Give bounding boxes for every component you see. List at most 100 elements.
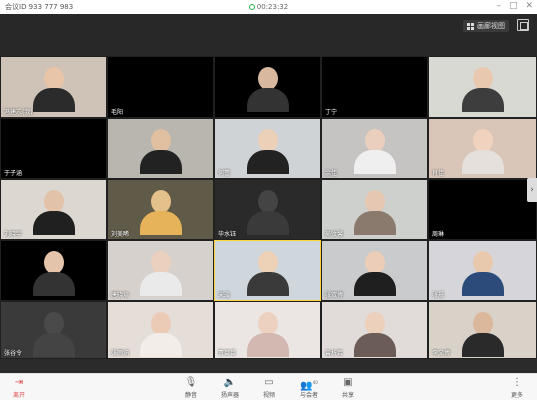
participant-video: [461, 312, 504, 357]
participant-video: [246, 129, 289, 174]
leave-label: 离开: [12, 392, 25, 399]
participant-name: 何蕾: [218, 170, 231, 177]
close-icon[interactable]: ✕: [525, 1, 533, 11]
maximize-icon[interactable]: □: [509, 1, 518, 11]
participant-tile[interactable]: 刘晓宇: [0, 179, 107, 240]
participant-video: [139, 190, 182, 235]
participant-tile[interactable]: 宋璇: [214, 240, 321, 301]
participant-name: 毕水钰: [218, 231, 237, 238]
participant-tile[interactable]: 余佳: [321, 118, 428, 179]
mute-button[interactable]: 🎙 静音: [178, 377, 204, 399]
participants-button[interactable]: 👥40 与会者: [296, 377, 322, 399]
participant-tile[interactable]: 何蕾: [214, 118, 321, 179]
participant-video: [139, 129, 182, 174]
participant-name: 吴汶馨: [325, 231, 344, 238]
participant-name: 余佳: [325, 170, 338, 177]
video-button[interactable]: ▭ 视频: [256, 377, 282, 399]
video-label: 视频: [262, 392, 275, 399]
participant-video: [461, 251, 504, 296]
participants-icon: 👥40: [300, 380, 318, 392]
participant-video: [246, 190, 289, 235]
participant-video: [353, 312, 396, 357]
participant-name: 张雨涵: [111, 350, 130, 357]
leave-button[interactable]: ⇥ 离开: [6, 377, 32, 399]
participant-tile[interactable]: 张双博: [321, 240, 428, 301]
participant-video: [32, 190, 75, 235]
participant-video: [139, 312, 182, 357]
security-icon: [248, 4, 255, 10]
participant-name: 李文博: [432, 350, 451, 357]
participant-name: 于子涵: [4, 170, 23, 177]
participant-video: [461, 129, 504, 174]
view-label: 画廊视图: [477, 22, 505, 30]
participant-tile[interactable]: 吴汶馨: [321, 179, 428, 240]
participant-tile[interactable]: 唐晓培: [107, 240, 214, 301]
timer-text: 00:23:32: [256, 3, 289, 11]
share-label: 共享: [341, 392, 354, 399]
participant-name: 曾析若: [325, 350, 344, 357]
meeting-timer: 00:23:32: [0, 0, 537, 14]
participant-tile[interactable]: 曾析若: [321, 301, 428, 359]
participant-video: [246, 67, 289, 112]
microphone-icon: 🎙: [184, 377, 198, 388]
more-label: 更多: [510, 392, 523, 399]
share-screen-icon: ▣: [343, 377, 353, 388]
participant-name: 张晨: [432, 292, 445, 299]
mute-label: 静音: [184, 392, 197, 399]
participant-tile[interactable]: [428, 56, 537, 118]
camera-icon: ▭: [264, 377, 274, 388]
share-button[interactable]: ▣ 共享: [335, 377, 361, 399]
participant-video: [32, 251, 75, 296]
participant-name: 周琳: [432, 231, 445, 238]
participant-name: 肖佳: [432, 170, 445, 177]
video-stage: 画廊视图 冯建志(我) 毛阳 丁宁于子涵 何蕾 余佳 肖佳刘晓宇 刘美晞 毕水钰 吴汶馨 周琳唐晓…: [0, 14, 537, 373]
participant-tile[interactable]: [214, 56, 321, 118]
participant-name: 刘晓宇: [4, 231, 23, 238]
exit-icon: ⇥: [14, 377, 24, 388]
participant-name: 唐晓培: [111, 292, 130, 299]
participant-name: 冯建志(我): [4, 109, 33, 116]
participant-tile[interactable]: 丁宁: [321, 56, 428, 118]
more-button[interactable]: ⋮ 更多: [504, 377, 530, 399]
speaker-button[interactable]: 🔈 扬声器: [217, 377, 243, 399]
participant-video: [32, 67, 75, 112]
participant-tile[interactable]: 周琳: [428, 179, 537, 240]
participant-name: 曹苗苗: [218, 350, 237, 357]
gallery-view-button[interactable]: 画廊视图: [463, 20, 509, 32]
participant-video: [246, 312, 289, 357]
participant-tile[interactable]: [107, 118, 214, 179]
participant-video: [353, 190, 396, 235]
window-controls: – □ ✕: [496, 1, 533, 11]
participant-tile[interactable]: 曹苗苗: [214, 301, 321, 359]
participant-tile[interactable]: 毕水钰: [214, 179, 321, 240]
participant-tile[interactable]: 刘美晞: [107, 179, 214, 240]
minimize-icon[interactable]: –: [496, 1, 501, 11]
participant-name: 刘美晞: [111, 231, 130, 238]
more-icon: ⋮: [512, 377, 522, 388]
speaker-icon: 🔈: [223, 377, 237, 388]
participant-name: 张双博: [325, 292, 344, 299]
speaker-label: 扬声器: [220, 392, 239, 399]
participant-video: [246, 251, 289, 296]
participant-video: [32, 312, 75, 357]
participant-name: 张谷令: [4, 350, 23, 357]
participant-tile[interactable]: 张晨: [428, 240, 537, 301]
participant-name: 丁宁: [325, 109, 338, 116]
next-page-button[interactable]: ›: [527, 178, 537, 202]
participant-tile[interactable]: 张谷令: [0, 301, 107, 359]
participants-count: 40: [312, 380, 318, 385]
title-bar: 会议ID 933 777 983 00:23:32 – □ ✕: [0, 0, 537, 14]
participant-tile[interactable]: 毛阳: [107, 56, 214, 118]
participant-tile[interactable]: 张雨涵: [107, 301, 214, 359]
participant-video: [139, 251, 182, 296]
meeting-controls: ⇥ 离开 🎙 静音 🔈 扬声器 ▭ 视频 👥40 与会者 ▣ 共享 ⋮ 更多: [0, 373, 537, 400]
participant-tile[interactable]: 肖佳: [428, 118, 537, 179]
participant-tile[interactable]: 于子涵: [0, 118, 107, 179]
participant-tile[interactable]: 冯建志(我): [0, 56, 107, 118]
participant-tile[interactable]: [0, 240, 107, 301]
participant-video: [461, 67, 504, 112]
grid-icon: [467, 22, 474, 30]
fullscreen-icon[interactable]: [517, 19, 529, 31]
participant-tile[interactable]: 李文博: [428, 301, 537, 359]
participant-video: [353, 251, 396, 296]
